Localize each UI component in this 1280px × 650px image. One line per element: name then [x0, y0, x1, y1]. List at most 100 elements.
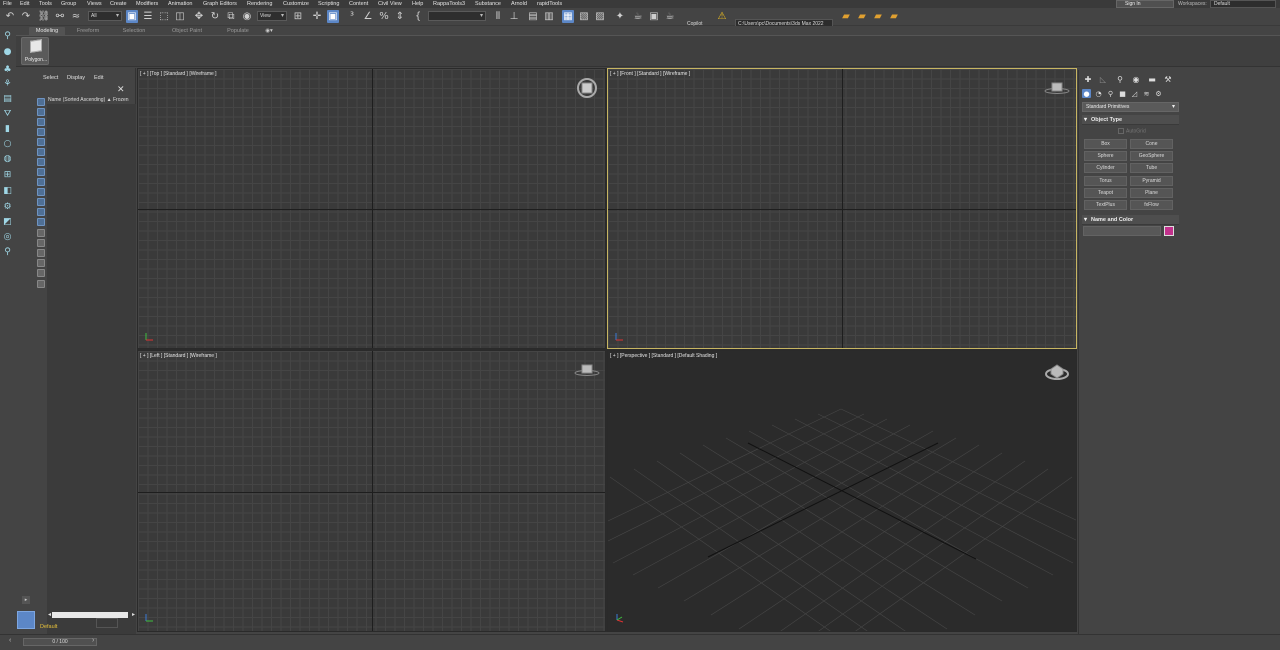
filter-children-icon[interactable] — [37, 249, 45, 257]
curve-editor-icon[interactable]: ▧ — [578, 10, 590, 23]
viewport-left-label[interactable]: [ + ] [Left ] [Standard ] [Wireframe ] — [140, 353, 217, 359]
viewcube-top-icon[interactable] — [576, 77, 598, 99]
viewcube-perspective-icon[interactable] — [1044, 361, 1070, 381]
spacewarps-subtab-icon[interactable]: ≋ — [1142, 89, 1151, 98]
filter-frozen-icon[interactable] — [37, 198, 45, 206]
rotate-icon[interactable]: ↻ — [209, 10, 221, 23]
viewport-left[interactable]: [ + ] [Left ] [Standard ] [Wireframe ] — [137, 350, 606, 632]
render-setup-icon[interactable]: ☕ — [632, 10, 644, 23]
sphere-icon[interactable]: ● — [2, 46, 13, 57]
named-selection-set-select[interactable] — [428, 11, 486, 21]
lights-subtab-icon[interactable]: ⚲ — [1106, 89, 1115, 98]
helpers-subtab-icon[interactable]: ◿ — [1130, 89, 1139, 98]
close-icon[interactable]: ✕ — [117, 84, 125, 95]
circle-icon[interactable]: ○ — [2, 138, 13, 149]
create-tab-icon[interactable]: ✚ — [1083, 74, 1093, 84]
project-folder-icon[interactable]: ▰ — [840, 10, 852, 23]
menu-rappatools[interactable]: RappaTools3 — [433, 0, 465, 8]
play-icon[interactable]: ▸ — [22, 596, 30, 604]
tree-icon[interactable]: ♣ — [2, 64, 13, 75]
explorer-menu-select[interactable]: Select — [43, 75, 58, 81]
move-icon[interactable]: ✥ — [193, 10, 205, 23]
filter-xrefs-icon[interactable] — [37, 168, 45, 176]
fxflow-button[interactable]: fxFlow — [1130, 200, 1173, 210]
polygon-modeling-button[interactable]: Polygon... — [21, 37, 49, 65]
box-button[interactable]: Box — [1084, 139, 1127, 149]
bulb-icon[interactable]: ⚲ — [2, 246, 13, 257]
plane-button[interactable]: Plane — [1130, 188, 1173, 198]
time-slider[interactable]: 0 / 100 — [23, 638, 97, 646]
menu-create[interactable]: Create — [110, 0, 127, 8]
menu-graph-editors[interactable]: Graph Editors — [203, 0, 237, 8]
current-layer-name[interactable]: Default — [40, 624, 57, 630]
document-icon[interactable]: ▮ — [2, 123, 13, 134]
menu-rapidtools[interactable]: rapidTools — [537, 0, 562, 8]
viewport-layout-icon[interactable]: ◧ — [2, 185, 13, 196]
container-icon[interactable]: ◩ — [2, 216, 13, 227]
cone-button[interactable]: Cone — [1130, 139, 1173, 149]
tab-modeling[interactable]: Modeling — [29, 27, 65, 35]
select-manipulate-icon[interactable]: ✛ — [311, 10, 323, 23]
filter-helpers-icon[interactable] — [37, 138, 45, 146]
open-folder-icon[interactable]: ▰ — [856, 10, 868, 23]
pivot-center-icon[interactable]: ⊞ — [292, 10, 304, 23]
tab-object-paint[interactable]: Object Paint — [165, 27, 209, 35]
viewport-top[interactable]: [ + ] [Top ] [Standard ] [Wireframe ] — [137, 68, 606, 349]
redo-icon[interactable]: ↷ — [20, 10, 32, 23]
viewport-top-label[interactable]: [ + ] [Top ] [Standard ] [Wireframe ] — [140, 71, 217, 77]
menu-group[interactable]: Group — [61, 0, 76, 8]
scroll-right-icon[interactable]: ▸ — [132, 611, 135, 618]
primitive-category-select[interactable]: Standard Primitives — [1082, 102, 1179, 112]
teapot-button[interactable]: Teapot — [1084, 188, 1127, 198]
grid-icon[interactable]: ⊞ — [2, 169, 13, 180]
filter-hidden-icon[interactable] — [37, 208, 45, 216]
systems-subtab-icon[interactable]: ⚙ — [1154, 89, 1163, 98]
explorer-menu-edit[interactable]: Edit — [94, 75, 103, 81]
menu-help[interactable]: Help — [412, 0, 423, 8]
geometry-subtab-icon[interactable]: ● — [1082, 89, 1091, 98]
scene-object-list[interactable] — [47, 104, 136, 634]
viewcube-front-icon[interactable] — [1044, 81, 1070, 95]
tube-button[interactable]: Tube — [1130, 163, 1173, 173]
explorer-menu-display[interactable]: Display — [67, 75, 85, 81]
filter-spacewarps-icon[interactable] — [37, 148, 45, 156]
menu-edit[interactable]: Edit — [20, 0, 29, 8]
filter-shapes-icon[interactable] — [37, 108, 45, 116]
toggle-ribbon-icon[interactable]: ▦ — [562, 10, 574, 23]
viewport-front[interactable]: [ + ] [Front ] [Standard ] [Wireframe ] — [607, 68, 1077, 349]
filter-cameras-icon[interactable] — [37, 128, 45, 136]
mirror-icon[interactable]: ⫴ — [492, 10, 504, 23]
undo-icon[interactable]: ↶ — [4, 10, 16, 23]
menu-views[interactable]: Views — [87, 0, 102, 8]
rendered-frame-window-icon[interactable]: ▣ — [648, 10, 660, 23]
percent-snap-icon[interactable]: % — [378, 10, 390, 23]
autogrid-checkbox[interactable]: AutoGrid — [1118, 128, 1146, 134]
create-icon[interactable]: ⚘ — [2, 78, 13, 89]
viewcube-left-icon[interactable] — [574, 363, 600, 377]
workspace-select[interactable]: Default — [1210, 0, 1276, 8]
viewport-perspective[interactable]: [ + ] [Perspective ] [Standard ] [Defaul… — [607, 350, 1077, 632]
tab-selection[interactable]: Selection — [116, 27, 152, 35]
scale-icon[interactable]: ⧉ — [225, 10, 237, 23]
menu-arnold[interactable]: Arnold — [511, 0, 527, 8]
menu-rendering[interactable]: Rendering — [247, 0, 272, 8]
filter-none-icon[interactable] — [37, 229, 45, 237]
material-editor-icon[interactable]: ✦ — [614, 10, 626, 23]
light-icon[interactable]: ⛛ — [2, 108, 13, 119]
menu-customize[interactable]: Customize — [283, 0, 309, 8]
scroll-left-icon[interactable]: ◂ — [48, 611, 51, 618]
motion-tab-icon[interactable]: ◉ — [1131, 74, 1141, 84]
toggle-scene-explorer-icon[interactable]: ▤ — [527, 10, 539, 23]
keyboard-shortcut-override-icon[interactable]: ▣ — [327, 10, 339, 23]
cylinder-button[interactable]: Cylinder — [1084, 163, 1127, 173]
viewport-front-label[interactable]: [ + ] [Front ] [Standard ] [Wireframe ] — [610, 71, 690, 77]
window-crossing-icon[interactable]: ◫ — [174, 10, 186, 23]
cameras-subtab-icon[interactable]: ■ — [1118, 89, 1127, 98]
hierarchy-tab-icon[interactable]: ⚲ — [1115, 74, 1125, 84]
filter-options-icon[interactable] — [37, 269, 45, 277]
render-production-icon[interactable]: ☕ — [664, 10, 676, 23]
spinner-snap-icon[interactable]: ⇕ — [394, 10, 406, 23]
explorer-column-header[interactable]: Name (Sorted Ascending) ▲ Frozen — [48, 97, 129, 103]
ribbon-options-icon[interactable]: ◉▾ — [262, 27, 276, 35]
filter-invert-icon[interactable] — [37, 239, 45, 247]
